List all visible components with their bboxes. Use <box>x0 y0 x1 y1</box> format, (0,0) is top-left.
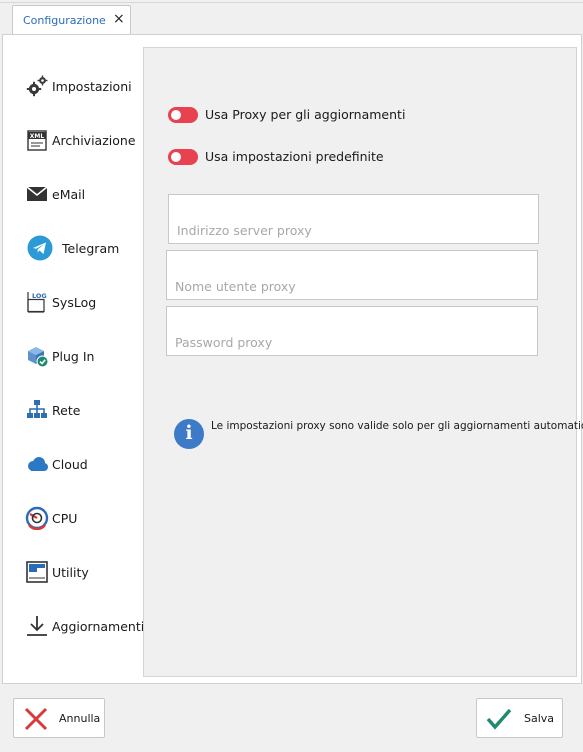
sidebar-item-utility[interactable]: Utility <box>3 545 143 597</box>
cpu-gauge-icon <box>25 506 49 530</box>
save-button-label: Salva <box>524 712 555 725</box>
sidebar-item-label: eMail <box>52 187 86 202</box>
proxy-username-field <box>166 250 538 300</box>
gears-icon <box>26 75 48 97</box>
sidebar-item-email[interactable]: eMail <box>3 167 143 219</box>
xml-icon: XML <box>27 130 47 151</box>
sidebar-item-archiviazione[interactable]: XML Archiviazione <box>3 113 143 165</box>
checkmark-icon <box>486 708 512 730</box>
sidebar-item-cloud[interactable]: Cloud <box>3 437 143 489</box>
plugin-icon <box>28 347 49 368</box>
cloud-icon <box>28 457 48 471</box>
tab-configurazione[interactable]: Configurazione × <box>12 5 131 36</box>
info-icon: i <box>174 419 204 449</box>
info-icon-glyph: i <box>185 422 193 444</box>
cross-icon <box>24 707 48 731</box>
telegram-icon <box>27 235 53 261</box>
sidebar-item-cpu[interactable]: CPU <box>3 491 143 543</box>
sidebar-item-label: Archiviazione <box>52 133 136 148</box>
download-icon <box>27 616 47 636</box>
proxy-username-input[interactable] <box>167 251 537 299</box>
app-window: Configurazione × Impostazioni XML Archiv… <box>0 0 583 752</box>
proxy-settings-panel: Usa Proxy per gli aggiornamenti Usa impo… <box>143 47 583 677</box>
use-defaults-label: Usa impostazioni predefinite <box>205 149 384 164</box>
use-proxy-label: Usa Proxy per gli aggiornamenti <box>205 107 406 122</box>
window-icon <box>26 561 48 583</box>
log-icon-text: LOG <box>32 292 47 300</box>
sidebar-item-impostazioni[interactable]: Impostazioni <box>3 59 143 111</box>
sidebar-item-label: Plug In <box>52 349 95 364</box>
proxy-password-field <box>166 306 538 356</box>
sidebar-item-plugin[interactable]: Plug In <box>3 329 143 381</box>
sidebar-item-label: Impostazioni <box>52 79 132 94</box>
sidebar-item-label: CPU <box>52 511 78 526</box>
sidebar-item-syslog[interactable]: LOG SysLog <box>3 275 143 327</box>
envelope-icon <box>26 186 48 201</box>
info-message: Le impostazioni proxy sono valide solo p… <box>211 420 583 432</box>
log-icon: LOG <box>27 292 47 313</box>
network-icon <box>27 400 47 418</box>
cancel-button[interactable]: Annulla <box>13 698 105 738</box>
sidebar: Impostazioni XML Archiviazione eMail Tel… <box>3 35 145 683</box>
save-button[interactable]: Salva <box>476 698 563 738</box>
configuration-content: Impostazioni XML Archiviazione eMail Tel… <box>2 34 583 684</box>
use-proxy-toggle[interactable] <box>168 107 198 123</box>
proxy-server-field <box>168 194 539 244</box>
sidebar-item-label: Cloud <box>52 457 88 472</box>
cancel-button-label: Annulla <box>59 712 101 725</box>
tab-label: Configurazione <box>23 14 106 27</box>
sidebar-item-label: Rete <box>52 403 81 418</box>
xml-icon-text: XML <box>30 133 45 140</box>
sidebar-item-rete[interactable]: Rete <box>3 383 143 435</box>
proxy-password-input[interactable] <box>167 307 537 355</box>
sidebar-item-label: Aggiornamenti <box>52 619 145 634</box>
sidebar-item-label: Telegram <box>62 241 120 256</box>
close-icon[interactable]: × <box>113 12 125 26</box>
tab-bar: Configurazione × <box>0 3 583 36</box>
sidebar-item-label: Utility <box>52 565 89 580</box>
sidebar-item-label: SysLog <box>52 295 97 310</box>
sidebar-item-aggiornamenti[interactable]: Aggiornamenti <box>3 599 145 651</box>
proxy-server-input[interactable] <box>169 195 538 243</box>
use-defaults-toggle[interactable] <box>168 149 198 165</box>
sidebar-item-telegram[interactable]: Telegram <box>3 221 143 273</box>
